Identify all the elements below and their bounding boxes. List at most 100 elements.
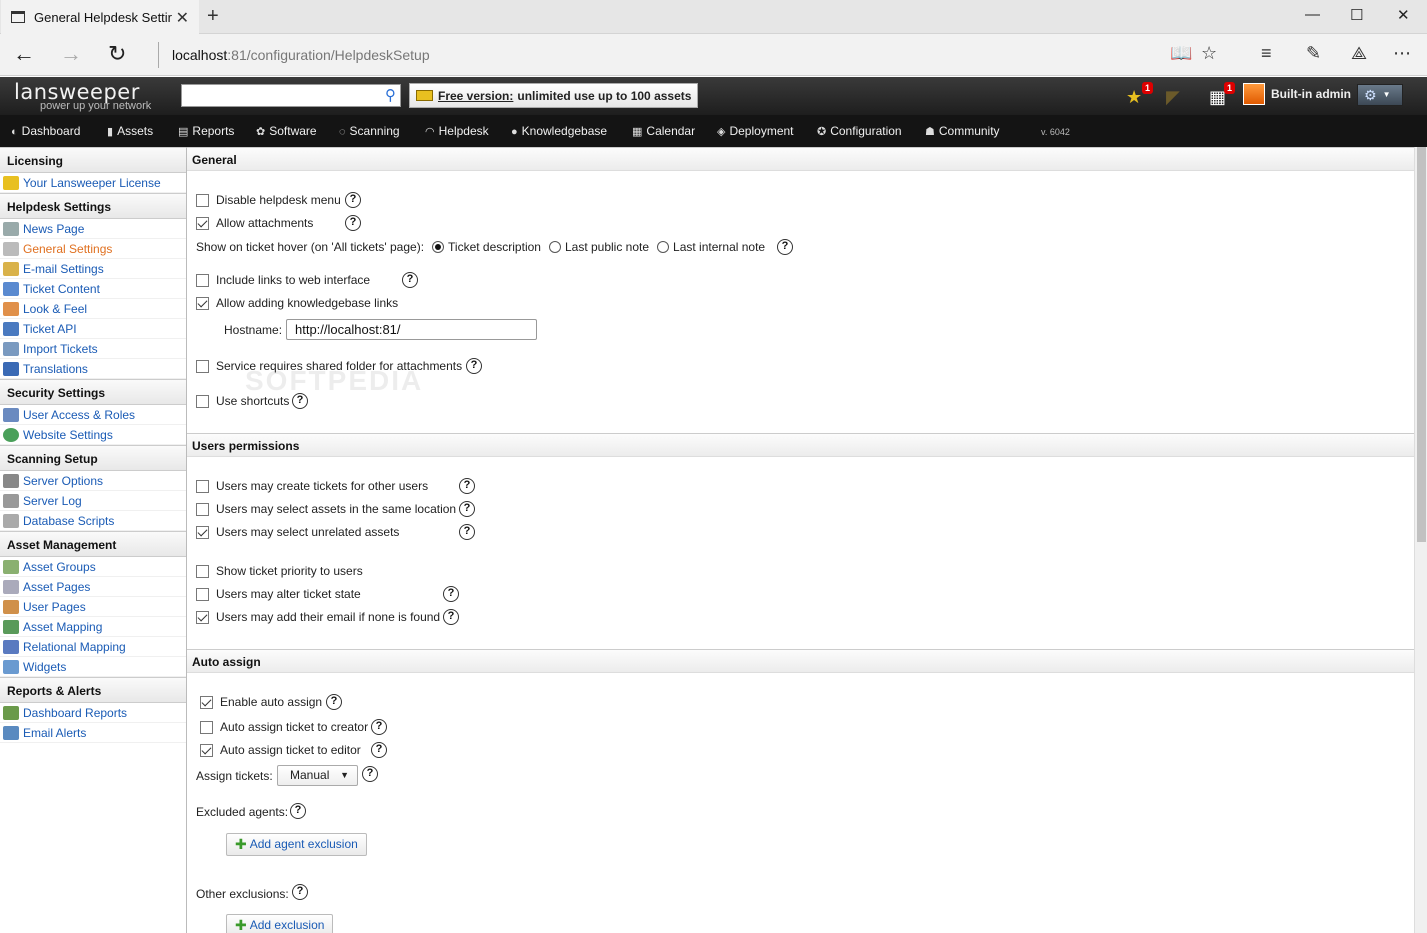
- minimize-icon[interactable]: —: [1305, 6, 1320, 23]
- help-icon[interactable]: ?: [362, 766, 378, 782]
- sidebar-item-database-scripts[interactable]: Database Scripts: [0, 511, 186, 531]
- sidebar-item-website-settings[interactable]: Website Settings: [0, 425, 186, 445]
- help-icon[interactable]: ?: [371, 742, 387, 758]
- sidebar-item-ticket-api[interactable]: Ticket API: [0, 319, 186, 339]
- add-agent-exclusion-button[interactable]: ✚ Add agent exclusion: [226, 833, 367, 856]
- enable-auto-assign-option[interactable]: Enable auto assign: [200, 695, 322, 709]
- hover-last-public-note-radio[interactable]: [548, 241, 561, 253]
- user-menu[interactable]: Built-in admin: [1243, 83, 1351, 105]
- disable-helpdesk-menu-option[interactable]: Disable helpdesk menu: [196, 193, 341, 207]
- hover-last-internal-note-radio[interactable]: [657, 241, 670, 253]
- forward-icon[interactable]: →: [60, 42, 82, 66]
- window-close-icon[interactable]: ✕: [1397, 6, 1410, 24]
- sidebar-item-general-settings[interactable]: General Settings: [0, 239, 186, 259]
- help-icon[interactable]: ?: [459, 524, 475, 540]
- help-icon[interactable]: ?: [345, 215, 361, 231]
- sidebar-item-widgets[interactable]: Widgets: [0, 657, 186, 677]
- alter-state-option[interactable]: Users may alter ticket state: [196, 587, 361, 601]
- unrelated-assets-option[interactable]: Users may select unrelated assets: [196, 525, 399, 539]
- help-icon[interactable]: ?: [443, 609, 459, 625]
- broom-icon[interactable]: ◤: [1166, 87, 1180, 108]
- menu-calendar[interactable]: ▦ Calendar: [632, 124, 695, 138]
- sidebar-item-look-feel[interactable]: Look & Feel: [0, 299, 186, 319]
- maximize-icon[interactable]: ☐: [1350, 6, 1363, 24]
- assign-to-creator-option[interactable]: Auto assign ticket to creator: [200, 720, 368, 734]
- help-icon[interactable]: ?: [459, 501, 475, 517]
- menu-assets[interactable]: ▮ Assets: [107, 124, 153, 138]
- hostname-input[interactable]: http://localhost:81/: [286, 319, 537, 340]
- refresh-icon[interactable]: ↻: [108, 42, 126, 66]
- add-exclusion-button[interactable]: ✚ Add exclusion: [226, 914, 334, 933]
- scrollbar-thumb[interactable]: [1417, 147, 1426, 542]
- settings-button[interactable]: ⚙ ▼: [1357, 84, 1403, 106]
- sidebar-item-ticket-content[interactable]: Ticket Content: [0, 279, 186, 299]
- new-tab-icon[interactable]: +: [207, 5, 219, 28]
- same-location-option[interactable]: Users may select assets in the same loca…: [196, 502, 456, 516]
- create-for-others-checkbox[interactable]: [196, 479, 209, 493]
- allow-kb-links-option[interactable]: Allow adding knowledgebase links: [196, 296, 398, 310]
- disable-helpdesk-menu-checkbox[interactable]: [196, 193, 209, 207]
- assign-to-editor-checkbox[interactable]: [200, 743, 213, 757]
- free-version-label[interactable]: Free version:: [438, 89, 513, 103]
- sidebar-item-license[interactable]: Your Lansweeper License: [0, 173, 186, 193]
- include-links-checkbox[interactable]: [196, 273, 209, 287]
- show-priority-option[interactable]: Show ticket priority to users: [196, 564, 363, 578]
- assign-tickets-select[interactable]: Manual ▼: [277, 765, 358, 786]
- sidebar-item-news-page[interactable]: News Page: [0, 219, 186, 239]
- search-icon[interactable]: ⚲: [385, 86, 396, 104]
- vertical-scrollbar[interactable]: [1414, 147, 1427, 933]
- shared-folder-checkbox[interactable]: [196, 359, 209, 373]
- sidebar-item-user-access[interactable]: User Access & Roles: [0, 405, 186, 425]
- url-field[interactable]: localhost:81/configuration/HelpdeskSetup: [172, 47, 430, 63]
- sidebar-item-user-pages[interactable]: User Pages: [0, 597, 186, 617]
- back-icon[interactable]: ←: [13, 42, 35, 66]
- favorite-star-icon[interactable]: ☆: [1201, 43, 1217, 64]
- help-icon[interactable]: ?: [371, 719, 387, 735]
- alter-state-checkbox[interactable]: [196, 587, 209, 601]
- lansweeper-logo[interactable]: lansweeper power up your network: [14, 80, 151, 112]
- sidebar-item-server-log[interactable]: Server Log: [0, 491, 186, 511]
- sidebar-item-asset-mapping[interactable]: Asset Mapping: [0, 617, 186, 637]
- sidebar-item-relational-mapping[interactable]: Relational Mapping: [0, 637, 186, 657]
- sidebar-item-email-settings[interactable]: E-mail Settings: [0, 259, 186, 279]
- help-icon[interactable]: ?: [292, 884, 308, 900]
- share-icon[interactable]: ⟁: [1351, 43, 1367, 64]
- sidebar-item-dashboard-reports[interactable]: Dashboard Reports: [0, 703, 186, 723]
- hover-ticket-description-radio[interactable]: [432, 241, 445, 253]
- help-icon[interactable]: ?: [777, 239, 793, 255]
- hub-icon[interactable]: ≡: [1261, 43, 1272, 64]
- menu-helpdesk[interactable]: ◠ Helpdesk: [425, 124, 489, 138]
- add-email-option[interactable]: Users may add their email if none is fou…: [196, 610, 440, 624]
- web-note-icon[interactable]: ✎: [1306, 43, 1321, 64]
- free-version-banner[interactable]: Free version: unlimited use up to 100 as…: [409, 83, 698, 108]
- assign-to-editor-option[interactable]: Auto assign ticket to editor: [200, 743, 361, 757]
- assign-to-creator-checkbox[interactable]: [200, 720, 213, 734]
- help-icon[interactable]: ?: [459, 478, 475, 494]
- sidebar-item-asset-pages[interactable]: Asset Pages: [0, 577, 186, 597]
- reading-view-icon[interactable]: 📖: [1170, 43, 1192, 64]
- allow-attachments-option[interactable]: Allow attachments: [196, 216, 313, 230]
- help-icon[interactable]: ?: [402, 272, 418, 288]
- help-icon[interactable]: ?: [290, 803, 306, 819]
- sidebar-item-asset-groups[interactable]: Asset Groups: [0, 557, 186, 577]
- search-input[interactable]: ⚲: [181, 84, 401, 107]
- sidebar-item-server-options[interactable]: Server Options: [0, 471, 186, 491]
- tab-close-icon[interactable]: ✕: [176, 8, 189, 28]
- help-icon[interactable]: ?: [326, 694, 342, 710]
- sidebar-item-import-tickets[interactable]: Import Tickets: [0, 339, 186, 359]
- menu-dashboard[interactable]: ◐ Dashboard: [11, 124, 80, 138]
- sidebar-item-translations[interactable]: Translations: [0, 359, 186, 379]
- help-icon[interactable]: ?: [345, 192, 361, 208]
- enable-auto-assign-checkbox[interactable]: [200, 695, 213, 709]
- menu-configuration[interactable]: ✪ Configuration: [817, 124, 902, 138]
- use-shortcuts-checkbox[interactable]: [196, 394, 209, 408]
- allow-kb-links-checkbox[interactable]: [196, 296, 209, 310]
- sidebar-item-email-alerts[interactable]: Email Alerts: [0, 723, 186, 743]
- show-priority-checkbox[interactable]: [196, 564, 209, 578]
- same-location-checkbox[interactable]: [196, 502, 209, 516]
- create-for-others-option[interactable]: Users may create tickets for other users: [196, 479, 428, 493]
- include-links-option[interactable]: Include links to web interface: [196, 273, 370, 287]
- menu-reports[interactable]: ▤ Reports: [178, 124, 234, 138]
- menu-community[interactable]: ☗ Community: [925, 124, 1000, 138]
- help-icon[interactable]: ?: [466, 358, 482, 374]
